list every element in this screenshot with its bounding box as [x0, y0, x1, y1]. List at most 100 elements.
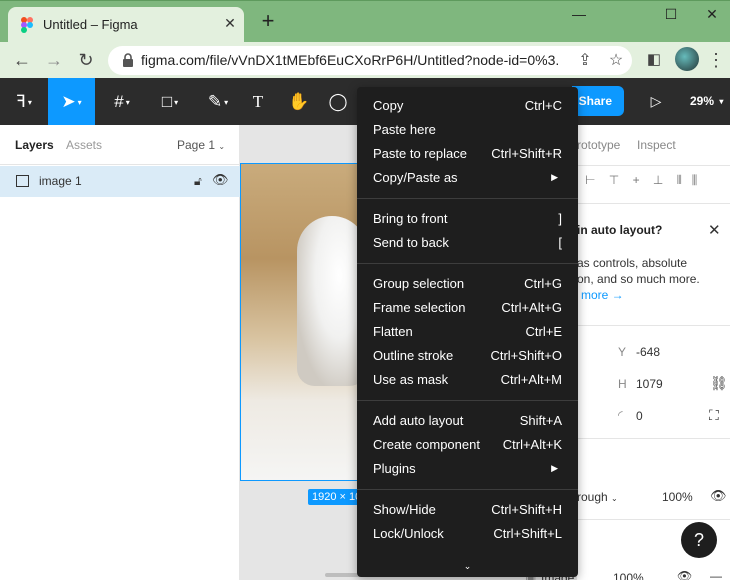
menu-item-use-as-mask[interactable]: Use as mask Ctrl+Alt+M: [357, 368, 578, 392]
main-menu-icon[interactable]: ꟻ ▾: [4, 78, 44, 125]
layer-opacity-input[interactable]: 100%: [662, 490, 693, 504]
tab-assets[interactable]: Assets: [66, 138, 102, 152]
window-close-button[interactable]: ✕: [694, 3, 730, 29]
menu-item-paste-to-replace[interactable]: Paste to replace Ctrl+Shift+R: [357, 142, 578, 166]
tab-layers[interactable]: Layers: [15, 138, 54, 152]
menu-separator: [357, 400, 578, 401]
share-button[interactable]: Share: [572, 86, 624, 116]
reload-icon[interactable]: ↻: [74, 48, 98, 72]
menu-item-bring-to-front[interactable]: Bring to front]: [357, 207, 578, 231]
menu-item-shortcut: Ctrl+Shift+O: [490, 348, 562, 363]
menu-item-send-to-back[interactable]: Send to back [: [357, 231, 578, 255]
menu-item-label: Copy/Paste as: [373, 170, 458, 185]
menu-item-copy[interactable]: Copy Ctrl+C: [357, 94, 578, 118]
constrain-proportions-icon[interactable]: ⛓︎: [710, 375, 728, 392]
frame-tool-icon[interactable]: # ▾: [100, 78, 144, 125]
hand-tool-icon[interactable]: ✋: [284, 78, 314, 125]
menu-item-shortcut: Ctrl+Shift+H: [491, 502, 562, 517]
menu-item-outline-stroke[interactable]: Outline stroke Ctrl+Shift+O: [357, 344, 578, 368]
comment-tool-icon[interactable]: ◯: [324, 78, 352, 125]
snowy-owl-image[interactable]: [240, 163, 358, 481]
help-button[interactable]: ?: [681, 522, 717, 558]
menu-separator: [357, 198, 578, 199]
blend-mode-select[interactable]: rough ⌄: [577, 490, 618, 504]
menu-item-show-hide[interactable]: Show/Hide Ctrl+Shift+H: [357, 498, 578, 522]
promo-line-1: as controls, absolute: [577, 256, 688, 270]
menu-separator: [357, 489, 578, 490]
browser-tab-strip: Untitled – Figma ✕ + — ☐ ✕: [0, 0, 730, 43]
menu-item-frame-selection[interactable]: Frame selection Ctrl+Alt+G: [357, 296, 578, 320]
lock-icon: [123, 53, 133, 67]
back-arrow-icon[interactable]: ←: [10, 48, 34, 72]
maximize-button[interactable]: ☐: [648, 3, 694, 29]
menu-item-label: Outline stroke: [373, 348, 454, 363]
h-label: H: [618, 377, 627, 391]
bookmark-star-icon[interactable]: ☆: [605, 50, 627, 72]
menu-separator: [357, 263, 578, 264]
browser-tab[interactable]: Untitled – Figma ✕: [8, 7, 244, 43]
move-tool-icon[interactable]: ➤ ▾: [48, 78, 95, 125]
menu-item-shortcut: Ctrl+C: [524, 98, 562, 113]
layer-row[interactable]: image 1 🔓︎ 👁︎: [0, 166, 240, 197]
menu-item-paste-here[interactable]: Paste here: [357, 118, 578, 142]
menu-item-label: Show/Hide: [373, 502, 436, 517]
menu-item-label: Paste here: [373, 122, 436, 137]
submenu-arrow-icon: ▶: [551, 463, 558, 473]
menu-item-label: Use as mask: [373, 372, 449, 387]
menu-item-shortcut: [: [558, 235, 562, 250]
menu-item-label: Plugins: [373, 461, 416, 476]
address-bar[interactable]: figma.com/file/vVnDX1tMEbf6EuCXoRrP6H/Un…: [108, 46, 632, 75]
promo-learn-more-link[interactable]: more →: [581, 288, 624, 302]
promo-title: in auto layout?: [577, 223, 663, 237]
profile-avatar[interactable]: [675, 47, 699, 71]
url-text[interactable]: figma.com/file/vVnDX1tMEbf6EuCXoRrP6H/Un…: [141, 52, 559, 68]
tab-inspect[interactable]: Inspect: [637, 138, 676, 152]
pen-tool-icon[interactable]: ✎ ▾: [196, 78, 240, 125]
text-tool-icon[interactable]: T: [244, 78, 272, 125]
alignment-icons[interactable]: ⊢ ⊤ + ⊥ ⫴ ⫼: [585, 173, 728, 187]
independent-corners-icon[interactable]: ⛶: [709, 407, 719, 424]
menu-item-create-component[interactable]: Create component Ctrl+Alt+K: [357, 433, 578, 457]
menu-item-label: Lock/Unlock: [373, 526, 444, 541]
submenu-arrow-icon: ▶: [551, 172, 558, 182]
layer-name[interactable]: image 1: [39, 174, 82, 188]
shape-tool-icon[interactable]: □ ▾: [148, 78, 192, 125]
context-menu: ⌄ Copy Ctrl+C Paste here Paste to replace Ct…: [357, 87, 578, 577]
menu-item-add-auto-layout[interactable]: Add auto layout Shift+A: [357, 409, 578, 433]
menu-item-shortcut: Ctrl+Alt+K: [502, 437, 562, 452]
h-value-input[interactable]: 1079: [636, 377, 663, 391]
page-selector[interactable]: Page 1 ⌄: [177, 138, 225, 152]
tab-prototype[interactable]: rototype: [577, 138, 620, 152]
side-panel-icon[interactable]: ◧: [642, 48, 666, 72]
menu-item-lock-unlock[interactable]: Lock/Unlock Ctrl+Shift+L: [357, 522, 578, 546]
remove-fill-icon-2[interactable]: —: [710, 569, 722, 580]
minimize-button[interactable]: —: [556, 3, 602, 29]
fill-opacity-input[interactable]: 100%: [613, 571, 644, 580]
layers-panel: Layers Assets Page 1 ⌄ image 1 🔓︎ 👁︎: [0, 125, 240, 580]
new-tab-button[interactable]: +: [256, 10, 280, 34]
present-play-icon[interactable]: ▷: [646, 91, 666, 111]
zoom-level[interactable]: 29% ▾: [690, 94, 723, 108]
forward-arrow-icon[interactable]: →: [42, 48, 66, 72]
menu-item-label: Flatten: [373, 324, 413, 339]
layer-lock-icon[interactable]: 🔓︎: [194, 174, 202, 189]
menu-item-flatten[interactable]: Flatten Ctrl+E: [357, 320, 578, 344]
tab-close-icon[interactable]: ✕: [222, 15, 238, 31]
browser-menu-icon[interactable]: ⋮: [704, 48, 728, 72]
menu-item-shortcut: Ctrl+Alt+G: [501, 300, 562, 315]
menu-item-shortcut: Ctrl+E: [525, 324, 562, 339]
share-page-icon[interactable]: ⇪: [574, 50, 596, 72]
corner-radius-input[interactable]: 0: [636, 409, 643, 423]
menu-item-group-selection[interactable]: Group selection Ctrl+G: [357, 272, 578, 296]
menu-scroll-down-icon[interactable]: ⌄: [357, 561, 578, 575]
menu-item-copy-paste-as[interactable]: Copy/Paste as ▶: [357, 166, 578, 190]
layer-visibility-toggle-icon[interactable]: 👁︎: [710, 488, 727, 504]
layer-visibility-eye-icon[interactable]: 👁︎: [212, 172, 229, 188]
fill-visibility-eye-icon[interactable]: 👁︎: [677, 569, 692, 580]
menu-item-label: Group selection: [373, 276, 465, 291]
menu-item-plugins[interactable]: Plugins ▶: [357, 457, 578, 481]
promo-close-icon[interactable]: ✕: [708, 221, 721, 239]
menu-item-shortcut: ]: [558, 211, 562, 226]
menu-item-label: Copy: [373, 98, 404, 113]
y-value-input[interactable]: -648: [636, 345, 660, 359]
